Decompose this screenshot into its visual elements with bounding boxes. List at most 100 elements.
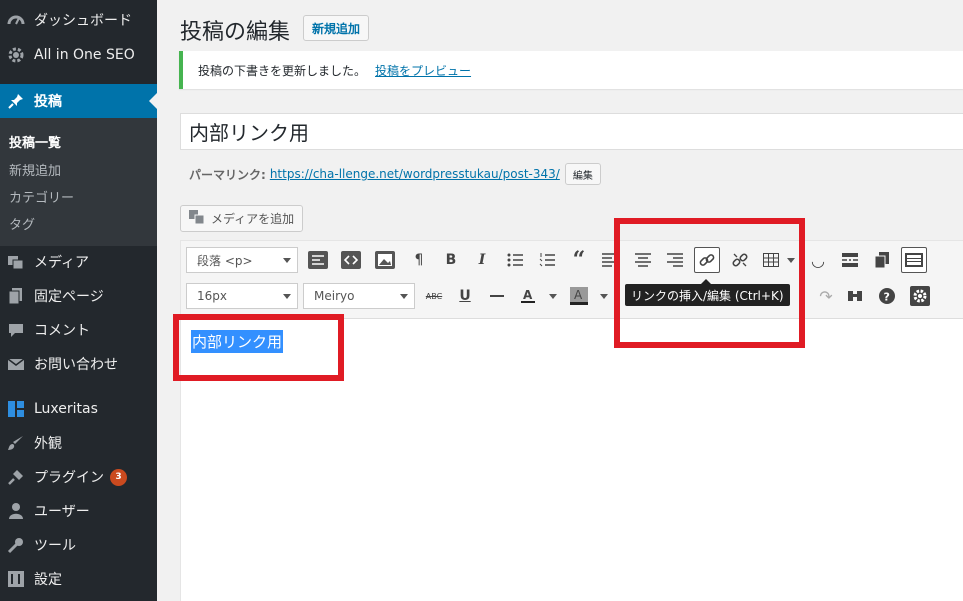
- font-family-value: Meiryo: [314, 289, 355, 303]
- help-icon[interactable]: ?: [874, 283, 900, 309]
- format-select[interactable]: 段落 <p>: [186, 247, 298, 273]
- numbered-list-icon[interactable]: [534, 247, 560, 273]
- menu-label: ダッシュボード: [34, 13, 132, 29]
- add-media-button[interactable]: メディアを追加: [180, 205, 304, 232]
- menu-label: 設定: [34, 572, 62, 588]
- permalink-label: パーマリンク:: [189, 167, 266, 182]
- submenu-categories[interactable]: カテゴリー: [9, 187, 74, 206]
- menu-label: Luxeritas: [34, 401, 98, 417]
- page-icon: [6, 286, 26, 306]
- permalink-row: パーマリンク: https://cha-llenge.net/wordpress…: [189, 163, 601, 185]
- brush-icon: [6, 433, 26, 453]
- unlink-icon[interactable]: [727, 247, 753, 273]
- table-dropdown-caret[interactable]: [787, 258, 795, 263]
- keyboard-icon[interactable]: [901, 247, 927, 273]
- editor-toolbar: 段落 <p> ¶ B I “ ◡ 16px Meiryo ABC U A A ↷…: [181, 241, 963, 319]
- plugin-icon: [6, 467, 26, 487]
- preview-link[interactable]: 投稿をプレビュー: [375, 62, 471, 79]
- menu-media[interactable]: メディア: [0, 245, 157, 279]
- wrench-icon: [6, 535, 26, 555]
- emoticon-icon[interactable]: ◡: [805, 247, 831, 273]
- code-icon[interactable]: [338, 247, 364, 273]
- svg-text:?: ?: [884, 291, 890, 304]
- editor-content-selected[interactable]: 内部リンク用: [191, 330, 284, 353]
- underline-icon[interactable]: U: [452, 283, 478, 309]
- update-notice: 投稿の下書きを更新しました。 投稿をプレビュー: [179, 51, 963, 89]
- table-icon[interactable]: [758, 247, 784, 273]
- menu-label: ユーザー: [34, 504, 90, 520]
- menu-tools[interactable]: ツール: [0, 528, 157, 562]
- menu-luxeritas[interactable]: Luxeritas: [0, 392, 157, 426]
- post-title-input[interactable]: 内部リンク用: [180, 113, 963, 150]
- menu-label: All in One SEO: [34, 47, 135, 63]
- menu-contact[interactable]: お問い合わせ: [0, 347, 157, 381]
- menu-users[interactable]: ユーザー: [0, 494, 157, 528]
- bullet-list-icon[interactable]: [502, 247, 528, 273]
- media-icon: [6, 252, 26, 272]
- tinymce-editor: 段落 <p> ¶ B I “ ◡ 16px Meiryo ABC U A A ↷…: [180, 240, 963, 601]
- pin-icon: [6, 91, 26, 111]
- read-more-icon[interactable]: [837, 247, 863, 273]
- gear-icon: [6, 45, 26, 65]
- align-center-icon[interactable]: [630, 247, 656, 273]
- settings-icon: [6, 569, 26, 589]
- settings-gear-icon[interactable]: [907, 283, 933, 309]
- menu-pages[interactable]: 固定ページ: [0, 279, 157, 313]
- pilcrow-icon[interactable]: ¶: [406, 247, 432, 273]
- layout-icon[interactable]: [305, 247, 331, 273]
- permalink-edit-button[interactable]: 編集: [564, 163, 601, 185]
- find-replace-icon[interactable]: [842, 283, 868, 309]
- menu-settings[interactable]: 設定: [0, 562, 157, 596]
- submenu-all-posts[interactable]: 投稿一覧: [9, 132, 61, 151]
- redo-icon[interactable]: ↷: [813, 283, 839, 309]
- notice-text: 投稿の下書きを更新しました。: [198, 63, 367, 78]
- permalink-url[interactable]: https://cha-llenge.net/wordpresstukau/po…: [270, 167, 560, 181]
- comment-icon: [6, 320, 26, 340]
- copy-icon[interactable]: [869, 247, 895, 273]
- submenu-add-new[interactable]: 新規追加: [9, 160, 61, 179]
- media-icon: [189, 210, 205, 227]
- menu-label: 投稿: [34, 94, 62, 110]
- background-color-icon[interactable]: A: [566, 283, 592, 309]
- align-right-icon[interactable]: [662, 247, 688, 273]
- grid-icon: [6, 399, 26, 419]
- format-select-value: 段落 <p>: [197, 253, 253, 268]
- menu-appearance[interactable]: 外観: [0, 426, 157, 460]
- font-family-select[interactable]: Meiryo: [303, 283, 415, 309]
- menu-label: 外観: [34, 436, 62, 452]
- menu-label: お問い合わせ: [34, 357, 118, 373]
- plugin-update-badge: 3: [110, 468, 127, 486]
- align-left-icon[interactable]: [597, 247, 623, 273]
- menu-label: メディア: [34, 255, 90, 271]
- italic-icon[interactable]: I: [469, 247, 495, 273]
- posts-submenu: 投稿一覧 新規追加 カテゴリー タグ: [0, 118, 157, 246]
- blockquote-icon[interactable]: “: [566, 247, 592, 273]
- menu-comments[interactable]: コメント: [0, 313, 157, 347]
- link-icon[interactable]: [694, 247, 720, 273]
- menu-label: コメント: [34, 323, 90, 339]
- menu-all-in-one-seo[interactable]: All in One SEO: [0, 38, 157, 72]
- page-title: 投稿の編集: [180, 20, 291, 45]
- menu-label: プラグイン: [34, 470, 104, 486]
- menu-plugins[interactable]: プラグイン 3: [0, 460, 157, 494]
- horizontal-line-icon[interactable]: [484, 283, 510, 309]
- svg-text:A: A: [574, 288, 583, 302]
- text-color-icon[interactable]: A: [515, 283, 541, 309]
- menu-posts[interactable]: 投稿: [0, 84, 157, 118]
- image-icon[interactable]: [372, 247, 398, 273]
- admin-sidebar: ダッシュボード All in One SEO 投稿 投稿一覧 新規追加 カテゴリ…: [0, 0, 157, 601]
- link-tooltip: リンクの挿入/編集 (Ctrl+K): [625, 279, 790, 306]
- menu-label: ツール: [34, 538, 76, 554]
- font-size-select[interactable]: 16px: [186, 283, 298, 309]
- font-size-value: 16px: [197, 289, 227, 303]
- dashboard-icon: [6, 10, 26, 30]
- user-icon: [6, 501, 26, 521]
- add-new-button[interactable]: 新規追加: [303, 15, 370, 41]
- background-color-caret[interactable]: [600, 294, 608, 299]
- svg-text:A: A: [523, 288, 533, 302]
- strikethrough-icon[interactable]: ABC: [421, 283, 447, 309]
- bold-icon[interactable]: B: [438, 247, 464, 273]
- menu-dashboard[interactable]: ダッシュボード: [0, 3, 157, 37]
- submenu-tags[interactable]: タグ: [9, 214, 35, 233]
- text-color-caret[interactable]: [549, 294, 557, 299]
